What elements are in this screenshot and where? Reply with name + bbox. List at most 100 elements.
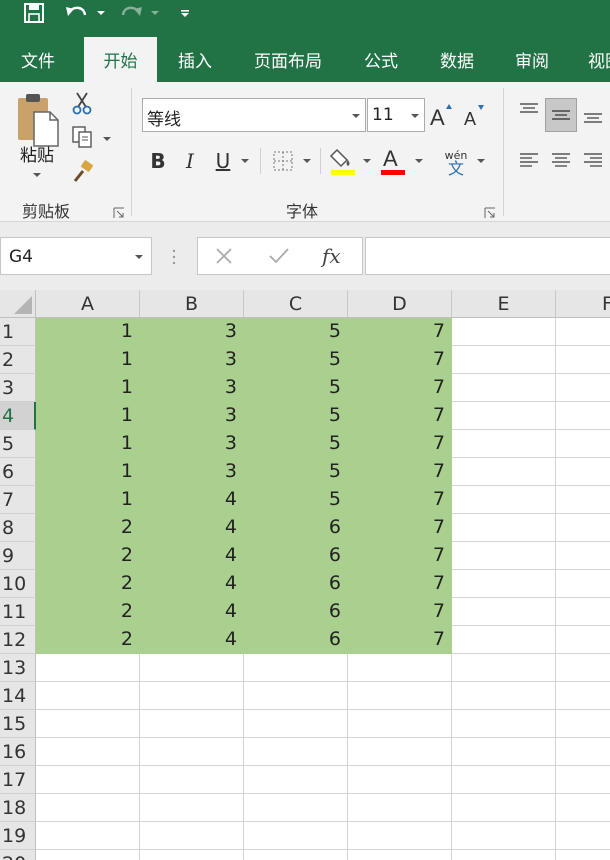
cell-d14[interactable] [348,682,452,710]
cell-c19[interactable] [244,822,348,850]
cell-b19[interactable] [140,822,244,850]
cell-e3[interactable] [452,374,556,402]
cell-d6[interactable]: 7 [348,458,452,486]
cell-c18[interactable] [244,794,348,822]
cell-e4[interactable] [452,402,556,430]
cell-f20[interactable] [556,850,610,860]
paste-label[interactable]: 粘贴 [14,142,60,166]
row-header-13[interactable]: 13 [0,654,36,682]
cell-a2[interactable]: 1 [36,346,140,374]
cell-b15[interactable] [140,710,244,738]
cell-b1[interactable]: 3 [140,318,244,346]
cell-e10[interactable] [452,570,556,598]
cell-f7[interactable] [556,486,610,514]
row-header-19[interactable]: 19 [0,822,36,850]
row-header-16[interactable]: 16 [0,738,36,766]
cell-a1[interactable]: 1 [36,318,140,346]
cell-b17[interactable] [140,766,244,794]
column-header-c[interactable]: C [244,290,348,318]
cell-a11[interactable]: 2 [36,598,140,626]
cell-a5[interactable]: 1 [36,430,140,458]
cell-d18[interactable] [348,794,452,822]
cell-e9[interactable] [452,542,556,570]
row-header-2[interactable]: 2 [0,346,36,374]
row-header-20[interactable]: 20 [0,850,36,860]
cell-a14[interactable] [36,682,140,710]
cell-e19[interactable] [452,822,556,850]
cell-c4[interactable]: 5 [244,402,348,430]
cell-f18[interactable] [556,794,610,822]
row-header-5[interactable]: 5 [0,430,36,458]
align-top-icon[interactable] [516,98,542,124]
column-header-f[interactable]: F [556,290,610,318]
cell-c3[interactable]: 5 [244,374,348,402]
tab-data[interactable]: 数据 [424,37,490,82]
clipboard-launcher-icon[interactable] [113,204,125,218]
cell-a15[interactable] [36,710,140,738]
tab-file[interactable]: 文件 [6,37,70,82]
name-box-dropdown-icon[interactable] [135,255,143,259]
cell-d1[interactable]: 7 [348,318,452,346]
cell-f5[interactable] [556,430,610,458]
cell-f4[interactable] [556,402,610,430]
redo-icon[interactable] [116,0,146,26]
name-box[interactable]: G4 [0,237,152,275]
cell-d15[interactable] [348,710,452,738]
cell-b6[interactable]: 3 [140,458,244,486]
cell-e13[interactable] [452,654,556,682]
cell-b9[interactable]: 4 [140,542,244,570]
cell-f8[interactable] [556,514,610,542]
cell-e14[interactable] [452,682,556,710]
cell-d3[interactable]: 7 [348,374,452,402]
cell-e11[interactable] [452,598,556,626]
cell-e12[interactable] [452,626,556,654]
cell-a8[interactable]: 2 [36,514,140,542]
cell-a18[interactable] [36,794,140,822]
cell-b11[interactable]: 4 [140,598,244,626]
cell-f19[interactable] [556,822,610,850]
undo-dropdown-icon[interactable] [94,0,108,26]
font-color-icon[interactable]: A [378,144,408,176]
cell-c13[interactable] [244,654,348,682]
cell-d12[interactable]: 7 [348,626,452,654]
cell-d16[interactable] [348,738,452,766]
cell-b13[interactable] [140,654,244,682]
row-header-3[interactable]: 3 [0,374,36,402]
cell-f14[interactable] [556,682,610,710]
font-size-dropdown-icon[interactable] [411,114,419,118]
cell-e5[interactable] [452,430,556,458]
copy-dropdown-icon[interactable] [100,134,114,144]
column-header-b[interactable]: B [140,290,244,318]
cell-d5[interactable]: 7 [348,430,452,458]
save-icon[interactable] [20,0,48,26]
align-bottom-icon[interactable] [580,98,606,132]
decrease-font-size-icon[interactable]: A [460,100,486,130]
cell-d13[interactable] [348,654,452,682]
row-header-14[interactable]: 14 [0,682,36,710]
cell-a7[interactable]: 1 [36,486,140,514]
cell-c7[interactable]: 5 [244,486,348,514]
font-name-dropdown-icon[interactable] [352,114,360,118]
cell-b14[interactable] [140,682,244,710]
row-header-10[interactable]: 10 [0,570,36,598]
font-name-combo[interactable]: 等线 [142,98,366,132]
column-header-d[interactable]: D [348,290,452,318]
cell-d2[interactable]: 7 [348,346,452,374]
cell-e18[interactable] [452,794,556,822]
undo-icon[interactable] [62,0,92,26]
cell-d19[interactable] [348,822,452,850]
cancel-icon[interactable] [214,246,234,270]
cell-f10[interactable] [556,570,610,598]
phonetic-dropdown-icon[interactable] [474,156,488,166]
cell-f16[interactable] [556,738,610,766]
cell-c16[interactable] [244,738,348,766]
cell-c10[interactable]: 6 [244,570,348,598]
align-right-icon[interactable] [580,148,606,174]
align-left-icon[interactable] [516,148,542,174]
row-header-12[interactable]: 12 [0,626,36,654]
cell-c20[interactable] [244,850,348,860]
cell-d20[interactable] [348,850,452,860]
cell-c12[interactable]: 6 [244,626,348,654]
fill-color-dropdown-icon[interactable] [360,156,374,166]
cell-c11[interactable]: 6 [244,598,348,626]
